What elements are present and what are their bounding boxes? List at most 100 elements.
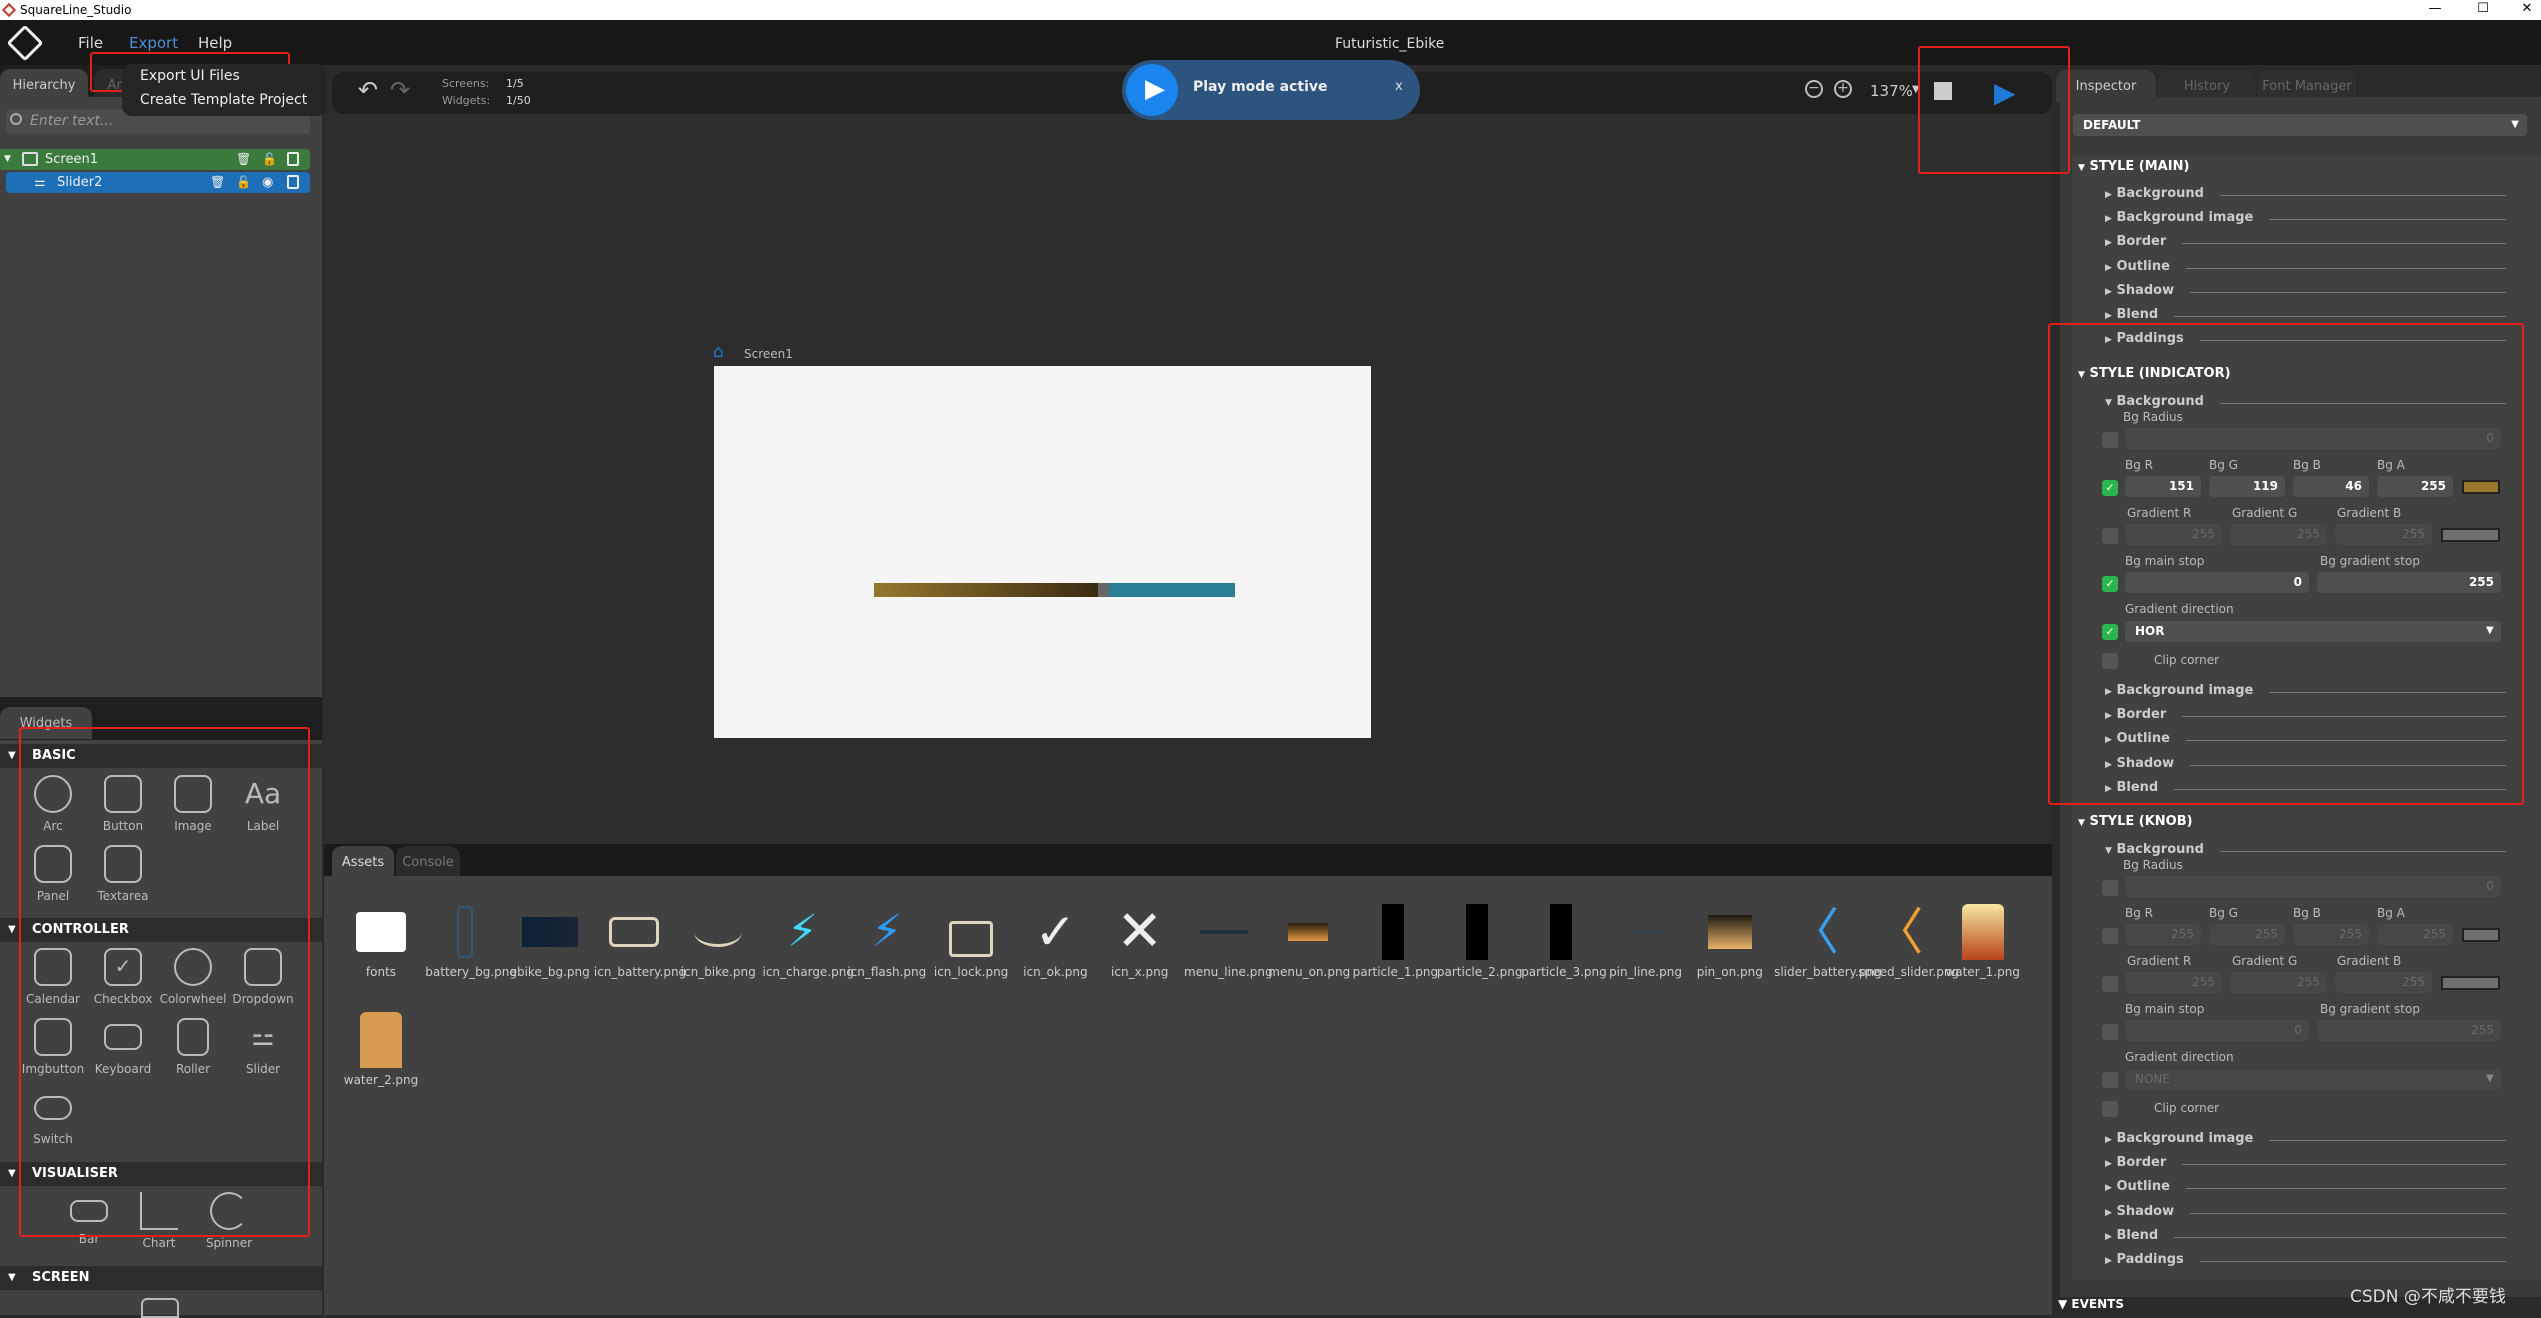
tab-assets[interactable]: Assets [332, 846, 394, 878]
style-main-header[interactable]: ▼ STYLE (MAIN) [2078, 159, 2189, 174]
collapsible-0[interactable]: ▶ Background image [2105, 683, 2270, 698]
asset-item[interactable]: particle_2.png [1437, 904, 1522, 979]
asset-item[interactable]: water_2.png [341, 1012, 421, 1087]
asset-label: pin_line.png [1609, 965, 1682, 979]
duplicate-icon[interactable] [287, 175, 299, 189]
collapsible-3[interactable]: ▶ Shadow [2105, 1203, 2191, 1219]
asset-item[interactable]: particle_3.png [1521, 904, 1607, 979]
tree-item-slider2[interactable]: ⚌ Slider2 🗑 🔓 ◉ [6, 172, 310, 193]
bg-radius-checkbox[interactable] [2102, 880, 2118, 896]
gradient-stop-input[interactable]: 255 [2317, 1020, 2501, 1041]
main-stop-input[interactable]: 0 [2125, 1020, 2309, 1041]
collapsible-1[interactable]: ▶ Border [2105, 707, 2183, 723]
gradient-color-checkbox[interactable] [2102, 976, 2118, 992]
slider-knob[interactable] [1098, 583, 1109, 597]
duplicate-icon[interactable] [287, 152, 299, 166]
bg-g-input[interactable]: 255 [2209, 924, 2285, 945]
menu-item-create-template[interactable]: Create Template Project [140, 92, 307, 108]
undo-icon[interactable]: ↶ [358, 76, 378, 104]
section-screen[interactable]: ▼ SCREEN [0, 1266, 322, 1290]
collapsible-1[interactable]: ▶ Background image [2105, 210, 2270, 226]
style-knob-header[interactable]: ▼ STYLE (KNOB) [2078, 814, 2193, 829]
asset-thumbnail: 〈 [1774, 904, 1854, 960]
tab-console[interactable]: Console [396, 846, 460, 878]
asset-item[interactable]: battery_bg.png [425, 904, 517, 979]
close-button[interactable]: ✕ [2502, 0, 2541, 20]
asset-item[interactable]: menu_on.png [1268, 904, 1350, 979]
play-mode-button[interactable]: ▶ [1126, 64, 1178, 116]
stop-checkbox[interactable] [2102, 1024, 2118, 1040]
eye-icon[interactable]: ◉ [262, 172, 273, 193]
asset-item[interactable]: pin_on.png [1690, 904, 1770, 979]
collapsible-1[interactable]: ▶ Border [2105, 1155, 2183, 1171]
bg-b-input[interactable]: 255 [2293, 924, 2369, 945]
subsection-title: Background image [2116, 1131, 2254, 1146]
collapsible-0[interactable]: ▶ Background [2105, 186, 2220, 201]
bg-color-checkbox[interactable] [2102, 928, 2118, 944]
trash-icon[interactable]: 🗑 [236, 149, 251, 170]
zoom-level-dropdown[interactable]: 137% [1870, 82, 1913, 100]
collapsible-2[interactable]: ▶ Outline [2105, 1179, 2186, 1195]
collapsible-background[interactable]: ▼ Background [2105, 394, 2220, 409]
asset-item[interactable]: water_1.png [1943, 904, 2023, 979]
collapsible-3[interactable]: ▶ Shadow [2105, 755, 2191, 771]
asset-item[interactable]: particle_1.png [1353, 904, 1438, 979]
collapsible-5[interactable]: ▶ Paddings [2105, 1252, 2200, 1267]
clip-corner-checkbox[interactable] [2102, 1101, 2118, 1117]
asset-item[interactable]: icn_lock.png [931, 904, 1011, 979]
slider-track [1109, 583, 1235, 597]
tree-item-screen1[interactable]: ▼ Screen1 🗑 🔓 [0, 149, 310, 170]
minimize-button[interactable]: — [2410, 0, 2460, 20]
events-section[interactable]: ▼ EVENTS [2058, 1297, 2124, 1311]
asset-item[interactable]: ebike_bg.png [510, 904, 590, 979]
toast-close-button[interactable]: x [1395, 79, 1403, 94]
collapsible-4[interactable]: ▶ Blend [2105, 1227, 2175, 1243]
asset-item[interactable]: menu_line.png [1184, 904, 1273, 979]
redo-icon[interactable]: ↷ [390, 76, 410, 104]
zoom-in-icon[interactable]: + [1834, 80, 1852, 98]
collapsible-4[interactable]: ▶ Blend [2105, 779, 2175, 795]
menu-export[interactable]: Export [129, 34, 178, 52]
asset-item[interactable]: icn_battery.png [594, 904, 686, 979]
screen-widget-icon[interactable] [141, 1298, 179, 1318]
menu-item-export-ui-files[interactable]: Export UI Files [140, 68, 240, 84]
collapsible-6[interactable]: ▶ Paddings [2105, 331, 2200, 347]
gradient-direction-dropdown[interactable]: NONE [2125, 1069, 2501, 1090]
bg-color-swatch[interactable] [2462, 928, 2500, 942]
asset-item[interactable]: ✕ icn_x.png [1100, 904, 1180, 979]
menu-help[interactable]: Help [198, 34, 232, 52]
maximize-button[interactable]: ☐ [2458, 0, 2508, 20]
collapsible-5[interactable]: ▶ Blend [2105, 307, 2175, 322]
collapsible-background[interactable]: ▼ Background [2105, 842, 2220, 857]
subsection-title: Border [2116, 1155, 2167, 1171]
unlock-icon[interactable]: 🔓 [262, 149, 277, 170]
state-dropdown[interactable]: DEFAULT ▼ [2073, 114, 2527, 136]
bg-a-input[interactable]: 255 [2377, 924, 2453, 945]
gradient-swatch[interactable] [2441, 976, 2500, 990]
asset-item[interactable]: ⚡ icn_flash.png [847, 904, 927, 979]
gradient-input[interactable]: 255 [2335, 972, 2432, 993]
menu-file[interactable]: File [78, 34, 103, 52]
expand-icon[interactable]: ▼ [4, 149, 11, 170]
gradient-input[interactable]: 255 [2125, 972, 2222, 993]
asset-item[interactable]: fonts [341, 904, 421, 979]
direction-checkbox[interactable] [2102, 1072, 2118, 1088]
gradient-input[interactable]: 255 [2230, 972, 2327, 993]
collapsible-2[interactable]: ▶ Outline [2105, 731, 2186, 747]
bg-r-input[interactable]: 255 [2125, 924, 2201, 945]
asset-item[interactable]: 〈 slider_battery.png [1774, 904, 1882, 979]
trash-icon[interactable]: 🗑 [210, 172, 225, 193]
zoom-out-icon[interactable]: − [1805, 80, 1823, 98]
asset-item[interactable]: pin_line.png [1606, 904, 1686, 979]
asset-item[interactable]: ⚡ icn_charge.png [763, 904, 854, 979]
asset-item[interactable]: 〈 speed_slider.png [1858, 904, 1959, 979]
collapsible-4[interactable]: ▶ Shadow [2105, 282, 2191, 298]
collapsible-3[interactable]: ▶ Outline [2105, 258, 2186, 274]
collapsible-0[interactable]: ▶ Background image [2105, 1131, 2270, 1146]
collapsible-2[interactable]: ▶ Border [2105, 234, 2183, 250]
screen-preview[interactable] [714, 366, 1371, 738]
unlock-icon[interactable]: 🔓 [236, 172, 251, 193]
asset-item[interactable]: ✓ icn_ok.png [1015, 904, 1095, 979]
bg-radius-input[interactable]: 0 [2125, 876, 2501, 897]
asset-item[interactable]: icn_bike.png [678, 904, 758, 979]
